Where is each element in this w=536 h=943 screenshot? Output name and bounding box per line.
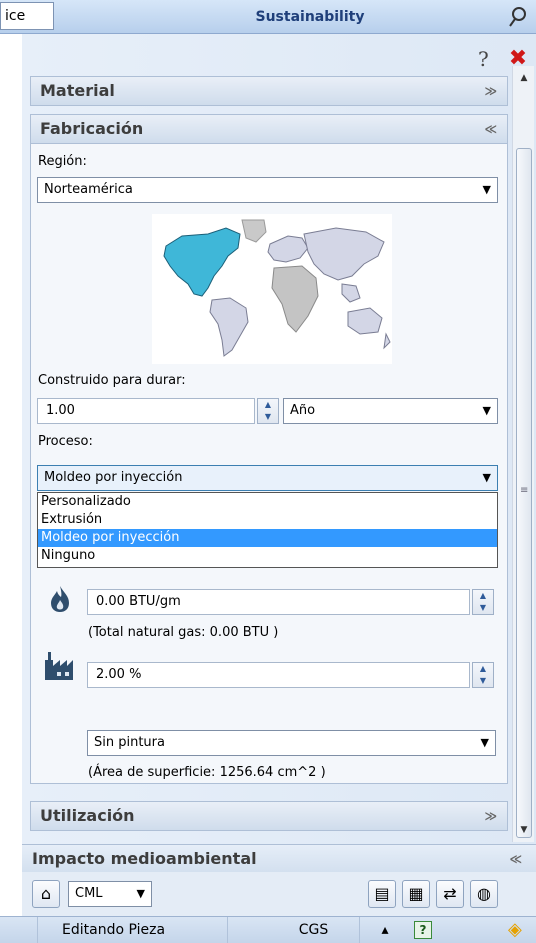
section-utilizacion-label: Utilización — [40, 806, 135, 825]
scrap-input[interactable]: 2.00 % — [87, 662, 470, 688]
globe-icon[interactable]: ◍ — [470, 880, 498, 908]
spin-down-icon[interactable]: ▼ — [473, 675, 493, 687]
status-mode: Editando Pieza — [38, 917, 228, 943]
pin-icon[interactable] — [506, 4, 532, 30]
energy-stepper[interactable]: ▲ ▼ — [472, 589, 494, 615]
region-value: Norteamérica — [44, 182, 133, 197]
status-up-icon[interactable]: ▴ — [360, 917, 410, 943]
spin-up-icon[interactable]: ▲ — [258, 399, 278, 411]
chevron-down-icon: ≫ — [484, 809, 497, 823]
section-material-header[interactable]: Material ≫ — [30, 76, 508, 106]
dropdown-arrow-icon: ▼ — [482, 471, 491, 484]
status-bar: Editando Pieza CGS ▴ ? ◈ — [0, 916, 536, 943]
dropdown-arrow-icon: ▼ — [136, 887, 145, 900]
method-value: CML — [75, 886, 103, 901]
process-option-ninguno[interactable]: Ninguno — [38, 547, 497, 565]
process-value: Moldeo por inyección — [44, 470, 183, 485]
map-north-america — [163, 227, 241, 297]
dropdown-arrow-icon: ▼ — [482, 404, 491, 417]
scroll-thumb[interactable]: ≡ — [516, 148, 532, 838]
map-south-america — [209, 297, 249, 357]
status-units: CGS — [228, 917, 360, 943]
section-material-label: Material — [40, 81, 115, 100]
dropdown-arrow-icon: ▼ — [480, 736, 489, 749]
scroll-down-icon[interactable]: ▼ — [515, 822, 533, 838]
process-dropdown-list: Personalizado Extrusión Moldeo por inyec… — [37, 492, 498, 568]
report-icon[interactable]: ▤ — [368, 880, 396, 908]
scroll-up-icon[interactable]: ▲ — [515, 70, 533, 86]
factory-icon — [45, 652, 73, 680]
impact-toolbar: ⌂ CML ▼ ▤ ▦ ⇄ ◍ — [22, 872, 536, 916]
compare-icon[interactable]: ▦ — [402, 880, 430, 908]
region-map — [152, 214, 392, 364]
map-asia — [303, 227, 385, 281]
map-africa — [271, 265, 319, 333]
region-label: Región: — [38, 154, 87, 169]
scrap-stepper[interactable]: ▲ ▼ — [472, 662, 494, 688]
impact-label: Impacto medioambiental — [32, 849, 257, 868]
region-select[interactable]: Norteamérica ▼ — [37, 177, 498, 203]
flame-icon — [51, 586, 69, 612]
built-to-last-stepper[interactable]: ▲ ▼ — [257, 398, 279, 424]
grip-icon: ≡ — [520, 485, 529, 496]
previous-tab[interactable]: ice — [0, 2, 54, 30]
method-select[interactable]: CML ▼ — [68, 881, 152, 907]
unit-value: Año — [290, 403, 316, 418]
process-select[interactable]: Moldeo por inyección ▼ — [37, 465, 498, 491]
status-empty-segment — [0, 917, 38, 943]
unit-select[interactable]: Año ▼ — [283, 398, 498, 424]
section-fabricacion-label: Fabricación — [40, 119, 144, 138]
home-icon[interactable]: ⌂ — [32, 880, 60, 908]
process-option-moldeo[interactable]: Moldeo por inyección — [38, 529, 497, 547]
section-fabricacion-header[interactable]: Fabricación ≪ — [30, 114, 508, 144]
paint-select[interactable]: Sin pintura ▼ — [87, 730, 496, 756]
spin-up-icon[interactable]: ▲ — [473, 663, 493, 675]
built-to-last-label: Construido para durar: — [38, 373, 186, 388]
energy-input[interactable]: 0.00 BTU/gm — [87, 589, 470, 615]
process-label: Proceso: — [38, 434, 93, 449]
window-title: Sustainability — [255, 9, 365, 25]
process-option-extrusion[interactable]: Extrusión — [38, 511, 497, 529]
impact-header[interactable]: Impacto medioambiental ≪ — [22, 844, 536, 872]
paint-value: Sin pintura — [94, 735, 165, 750]
spin-down-icon[interactable]: ▼ — [473, 602, 493, 614]
chevron-down-icon: ≫ — [484, 84, 497, 98]
built-to-last-input[interactable]: 1.00 — [37, 398, 255, 424]
title-bar: ice Sustainability — [0, 0, 536, 34]
map-greenland — [241, 219, 267, 243]
map-europe — [267, 235, 309, 263]
chevron-up-icon: ≪ — [484, 122, 497, 136]
help-icon[interactable]: ? — [478, 48, 494, 70]
dropdown-arrow-icon: ▼ — [482, 183, 491, 196]
help-status-icon[interactable]: ? — [414, 921, 432, 939]
section-utilizacion-header[interactable]: Utilización ≫ — [30, 801, 508, 831]
spin-down-icon[interactable]: ▼ — [258, 411, 278, 423]
spin-up-icon[interactable]: ▲ — [473, 590, 493, 602]
energy-note: (Total natural gas: 0.00 BTU ) — [88, 625, 279, 640]
map-southeast-asia — [341, 283, 361, 303]
swap-icon[interactable]: ⇄ — [436, 880, 464, 908]
map-australia — [347, 307, 383, 335]
surface-area-note: (Área de superficie: 1256.64 cm^2 ) — [88, 765, 326, 780]
left-edge — [0, 34, 22, 943]
vertical-scrollbar[interactable]: ▲ ≡ ▼ — [512, 66, 534, 842]
chevron-up-icon: ≪ — [509, 852, 522, 866]
process-option-personalizado[interactable]: Personalizado — [38, 493, 497, 511]
map-new-zealand — [383, 332, 391, 350]
tag-icon[interactable]: ◈ — [508, 920, 530, 940]
